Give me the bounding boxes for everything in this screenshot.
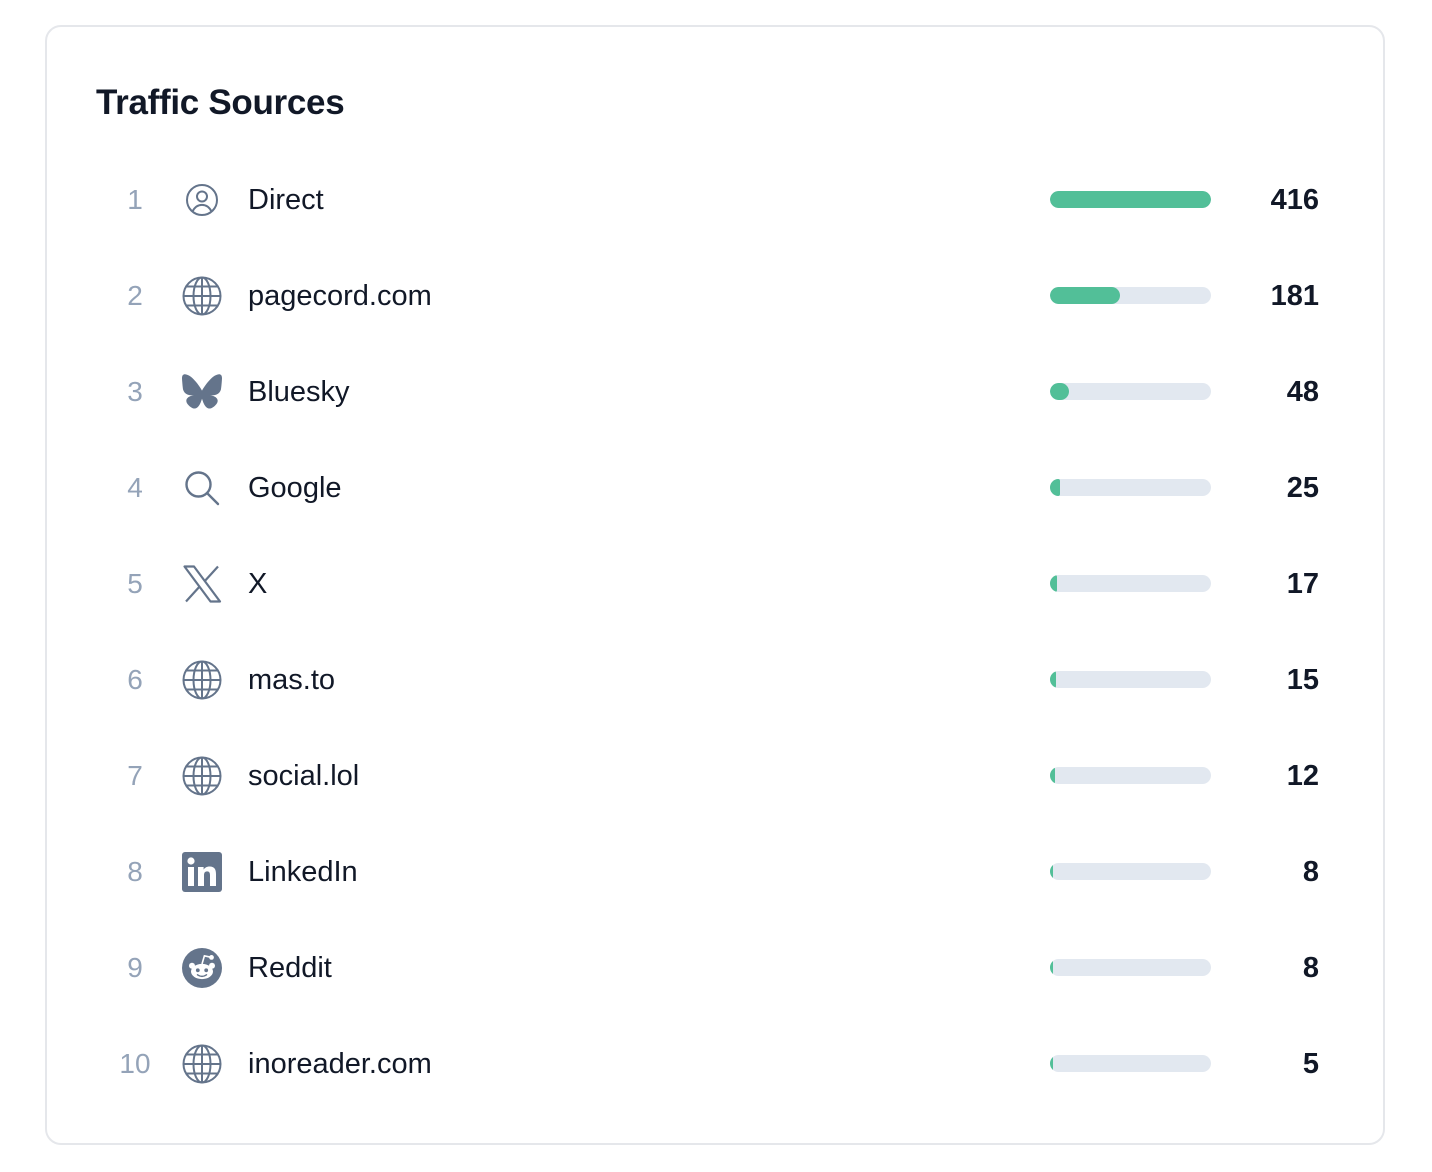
visitor-count: 25 [1286,472,1319,504]
list-item[interactable]: 5 X 17 [47,536,1383,632]
rank-number: 3 [127,376,143,407]
globe-icon [181,1043,223,1085]
visitor-count: 48 [1286,376,1319,408]
globe-icon [181,755,223,797]
list-item[interactable]: 6 mas.to 15 [47,632,1383,728]
progress-bar [1050,767,1211,784]
rank-number: 9 [127,952,143,983]
source-label: Bluesky [248,376,350,408]
list-item[interactable]: 10 inoreader.com 5 [47,1016,1383,1112]
progress-bar [1050,287,1211,304]
visitor-count: 416 [1270,184,1319,216]
progress-bar [1050,671,1211,688]
progress-bar-fill [1050,767,1055,784]
progress-bar-fill [1050,287,1120,304]
rank-number: 5 [127,568,143,599]
progress-bar-fill [1050,479,1060,496]
rank-number: 6 [127,664,143,695]
rank-number: 8 [127,856,143,887]
progress-bar-fill [1050,575,1057,592]
progress-bar [1050,383,1211,400]
progress-bar-fill [1050,671,1056,688]
visitor-count: 15 [1286,664,1319,696]
progress-bar [1050,959,1211,976]
source-label: LinkedIn [248,856,358,888]
progress-bar [1050,191,1211,208]
source-label: X [248,568,268,600]
linkedin-icon [181,851,223,893]
list-item[interactable]: 1 Direct 416 [47,152,1383,248]
rank-number: 7 [127,760,143,791]
list-item[interactable]: 9 Reddit 8 [47,920,1383,1016]
search-icon [181,467,223,509]
rank-number: 2 [127,280,143,311]
visitor-count: 17 [1286,568,1319,600]
source-label: inoreader.com [248,1048,432,1080]
user-circle-icon [181,179,223,221]
progress-bar [1050,1055,1211,1072]
visitor-count: 8 [1302,856,1319,888]
visitor-count: 12 [1286,760,1319,792]
source-label: pagecord.com [248,280,432,312]
progress-bar [1050,479,1211,496]
list-item[interactable]: 3 Bluesky 48 [47,344,1383,440]
visitor-count: 8 [1302,952,1319,984]
visitor-count: 181 [1270,280,1319,312]
progress-bar-fill [1050,191,1211,208]
progress-bar [1050,863,1211,880]
source-label: Google [248,472,342,504]
reddit-icon [181,947,223,989]
rank-number: 4 [127,472,143,503]
globe-icon [181,275,223,317]
list-item[interactable]: 4 Google 25 [47,440,1383,536]
x-logo-icon [181,563,223,605]
card-title: Traffic Sources [96,83,345,122]
bluesky-icon [181,371,223,413]
globe-icon [181,659,223,701]
rank-number: 1 [127,184,143,215]
visitor-count: 5 [1302,1048,1319,1080]
list-item[interactable]: 8 LinkedIn 8 [47,824,1383,920]
progress-bar-fill [1050,383,1069,400]
list-item[interactable]: 7 social.lol 12 [47,728,1383,824]
source-label: Direct [248,184,324,216]
source-label: social.lol [248,760,360,792]
list-item[interactable]: 2 pagecord.com 181 [47,248,1383,344]
progress-bar-fill [1050,863,1053,880]
rank-number: 10 [119,1048,151,1079]
source-label: mas.to [248,664,336,696]
source-label: Reddit [248,952,332,984]
progress-bar-fill [1050,959,1053,976]
traffic-sources-card: Traffic Sources 1 Direct 416 2 pagecord.com 1… [45,25,1385,1145]
progress-bar-fill [1050,1055,1053,1072]
progress-bar [1050,575,1211,592]
